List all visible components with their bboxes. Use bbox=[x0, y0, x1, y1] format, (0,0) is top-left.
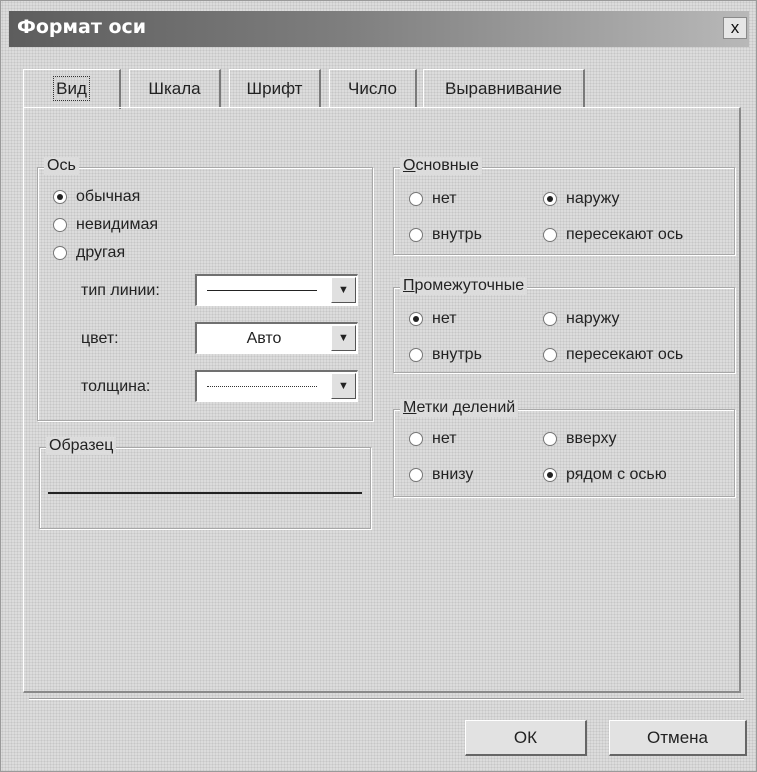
radio-icon bbox=[409, 468, 423, 482]
line-type-label: тип линии: bbox=[81, 282, 160, 299]
color-select[interactable]: Авто ▼ bbox=[195, 322, 358, 354]
major-option-outside[interactable]: наружу bbox=[543, 189, 620, 209]
radio-icon bbox=[53, 218, 67, 232]
minor-option-cross-label: пересекают ось bbox=[566, 346, 684, 363]
tab-vid[interactable]: Вид bbox=[23, 69, 121, 109]
tick-labels-option-low-label: внизу bbox=[432, 466, 474, 483]
tick-labels-option-next-to-axis[interactable]: рядом с осью bbox=[543, 465, 667, 485]
chevron-down-icon[interactable]: ▼ bbox=[331, 325, 356, 351]
radio-icon bbox=[543, 312, 557, 326]
close-icon: x bbox=[730, 18, 740, 37]
color-label: цвет: bbox=[81, 330, 119, 347]
ok-button[interactable]: ОК bbox=[465, 720, 587, 756]
radio-icon bbox=[409, 192, 423, 206]
radio-icon bbox=[543, 228, 557, 242]
major-option-none-label: нет bbox=[432, 190, 457, 207]
major-option-cross-label: пересекают ось bbox=[566, 226, 684, 243]
line-type-sample bbox=[207, 290, 317, 291]
major-option-inside[interactable]: внутрь bbox=[409, 225, 482, 245]
tab-shkala[interactable]: Шкала bbox=[129, 69, 221, 107]
axis-option-invisible-label: невидимая bbox=[76, 216, 159, 233]
tab-chislo[interactable]: Число bbox=[329, 69, 417, 107]
radio-icon bbox=[409, 348, 423, 362]
axis-option-normal-label: обычная bbox=[76, 188, 141, 205]
major-option-cross[interactable]: пересекают ось bbox=[543, 225, 683, 245]
sample-legend: Образец bbox=[46, 437, 117, 455]
chevron-down-icon[interactable]: ▼ bbox=[331, 277, 356, 303]
radio-icon bbox=[409, 228, 423, 242]
tick-labels-option-none-label: нет bbox=[432, 430, 457, 447]
radio-icon bbox=[409, 312, 423, 326]
tick-labels-option-next-to-axis-label: рядом с осью bbox=[566, 466, 667, 483]
tab-shrift[interactable]: Шрифт bbox=[229, 69, 321, 107]
minor-option-inside-label: внутрь bbox=[432, 346, 482, 363]
tick-labels-legend: Метки делений bbox=[400, 399, 519, 417]
tick-labels-option-high[interactable]: вверху bbox=[543, 429, 616, 449]
tab-vid-label: Вид bbox=[53, 76, 90, 101]
tab-vyravnivanie-label: Выравнивание bbox=[444, 79, 563, 98]
minor-option-inside[interactable]: внутрь bbox=[409, 345, 482, 365]
radio-icon bbox=[53, 190, 67, 204]
minor-option-none[interactable]: нет bbox=[409, 309, 457, 329]
axis-legend: Ось bbox=[44, 157, 79, 175]
radio-icon bbox=[53, 246, 67, 260]
tab-chislo-label: Число bbox=[348, 79, 397, 98]
minor-option-outside-label: наружу bbox=[566, 310, 620, 327]
major-ticks-legend: Основные bbox=[400, 157, 482, 175]
weight-label: толщина: bbox=[81, 378, 151, 395]
window-title: Формат оси bbox=[17, 16, 147, 38]
radio-icon bbox=[543, 432, 557, 446]
bottom-divider bbox=[29, 698, 744, 700]
line-type-select[interactable]: ▼ bbox=[195, 274, 358, 306]
tick-labels-option-high-label: вверху bbox=[566, 430, 617, 447]
weight-select[interactable]: ▼ bbox=[195, 370, 358, 402]
minor-option-outside[interactable]: наружу bbox=[543, 309, 620, 329]
axis-option-normal[interactable]: обычная bbox=[53, 187, 140, 207]
chevron-down-icon[interactable]: ▼ bbox=[331, 373, 356, 399]
radio-icon bbox=[543, 468, 557, 482]
tab-vyravnivanie[interactable]: Выравнивание bbox=[423, 69, 585, 107]
tab-shkala-label: Шкала bbox=[148, 79, 201, 98]
major-option-outside-label: наружу bbox=[566, 190, 620, 207]
axis-option-custom-label: другая bbox=[76, 244, 126, 261]
format-axis-dialog: Формат оси x Вид Шкала Шрифт Число Вырав… bbox=[0, 0, 757, 772]
minor-option-cross[interactable]: пересекают ось bbox=[543, 345, 683, 365]
tick-labels-option-low[interactable]: внизу bbox=[409, 465, 473, 485]
sample-group: Образец bbox=[39, 437, 371, 529]
cancel-button[interactable]: Отмена bbox=[609, 720, 747, 756]
axis-option-custom[interactable]: другая bbox=[53, 243, 125, 263]
radio-icon bbox=[543, 348, 557, 362]
sample-line bbox=[48, 492, 362, 494]
close-button[interactable]: x bbox=[723, 17, 747, 39]
weight-sample bbox=[207, 386, 317, 387]
major-option-none[interactable]: нет bbox=[409, 189, 457, 209]
axis-option-invisible[interactable]: невидимая bbox=[53, 215, 158, 235]
tab-shrift-label: Шрифт bbox=[246, 79, 303, 98]
tick-labels-option-none[interactable]: нет bbox=[409, 429, 457, 449]
minor-option-none-label: нет bbox=[432, 310, 457, 327]
title-bar[interactable]: Формат оси x bbox=[9, 11, 749, 47]
minor-ticks-legend: Промежуточные bbox=[400, 277, 528, 295]
radio-icon bbox=[543, 192, 557, 206]
radio-icon bbox=[409, 432, 423, 446]
color-value: Авто bbox=[246, 330, 282, 347]
major-option-inside-label: внутрь bbox=[432, 226, 482, 243]
